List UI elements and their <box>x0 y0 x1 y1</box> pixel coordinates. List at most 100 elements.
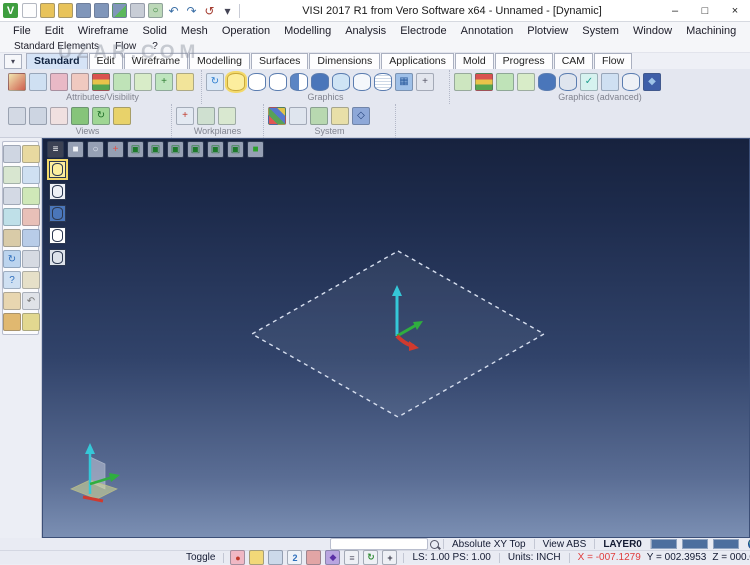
refresh-view-icon[interactable]: ↻ <box>206 72 224 91</box>
shading-mesh-icon[interactable] <box>374 72 392 91</box>
axis-triad-icon[interactable]: + <box>107 141 124 158</box>
shaded-plane-icon[interactable]: ■ <box>67 141 84 158</box>
viewport-menu-icon[interactable]: ≡ <box>47 141 64 158</box>
snap-history-icon[interactable]: ● <box>230 550 246 565</box>
window-settings-icon[interactable] <box>289 106 307 125</box>
delete-line-icon[interactable] <box>71 72 89 91</box>
palette-pencil-blue-icon[interactable] <box>22 166 40 184</box>
menu-item[interactable]: Operation <box>215 25 277 37</box>
sphere-arrow-icon[interactable] <box>496 72 514 91</box>
history-icon[interactable]: ↺ <box>202 3 217 18</box>
menu-item[interactable]: Analysis <box>338 25 393 37</box>
copy-view-icon[interactable] <box>601 72 619 91</box>
tab-dimensions[interactable]: Dimensions <box>309 53 381 69</box>
save-all-icon[interactable] <box>94 3 109 18</box>
palette-refresh-icon[interactable]: ↻ <box>3 250 21 268</box>
cylinder-blue-icon[interactable] <box>538 72 556 91</box>
search-input[interactable] <box>330 538 428 550</box>
close-button[interactable]: × <box>720 0 750 22</box>
palette-help-icon[interactable]: ? <box>3 271 21 289</box>
menu-item[interactable]: Edit <box>38 25 71 37</box>
shading-wireframe-selected-icon[interactable] <box>227 72 245 91</box>
palette-info-icon[interactable] <box>3 292 21 310</box>
tab-flow[interactable]: Flow <box>594 53 633 69</box>
active-layer-field[interactable]: LAYER0 <box>595 539 650 550</box>
add-visibility-icon[interactable]: + <box>155 72 173 91</box>
maximize-button[interactable]: □ <box>690 0 720 22</box>
menu-item[interactable]: Mesh <box>174 25 215 37</box>
palette-ruler-icon[interactable] <box>22 271 40 289</box>
open-file-icon[interactable] <box>40 3 55 18</box>
color-palette-icon[interactable] <box>268 106 286 125</box>
tab-progress[interactable]: Progress <box>494 53 553 69</box>
units-field[interactable]: Units: INCH <box>500 552 569 563</box>
grid-crosshair-icon[interactable]: + <box>382 550 398 565</box>
menu-item[interactable]: Electrode <box>393 25 453 37</box>
palette-move-axis-icon[interactable] <box>3 187 21 205</box>
advanced-tools-icon[interactable] <box>454 72 472 91</box>
tab-mold[interactable]: Mold <box>454 53 494 69</box>
menu-item[interactable]: File <box>6 25 38 37</box>
edit-visibility-icon[interactable] <box>134 72 152 91</box>
view-refresh-icon[interactable]: ↻ <box>92 106 110 125</box>
picture-attributes-icon[interactable] <box>29 72 47 91</box>
strip-shaded-edges-icon[interactable] <box>49 227 66 244</box>
preview-icon[interactable]: ○ <box>148 3 163 18</box>
pencil-strike-icon[interactable] <box>517 72 535 91</box>
shading-hidden-line-icon[interactable] <box>269 72 287 91</box>
users-pair-icon[interactable] <box>306 550 322 565</box>
menu-item[interactable]: Flow <box>107 41 144 52</box>
view-mesh-icon[interactable] <box>29 106 47 125</box>
menu-item[interactable]: Machining <box>679 25 743 37</box>
palette-settings-icon[interactable] <box>3 313 21 331</box>
shading-shaded-icon[interactable] <box>311 72 329 91</box>
tab-standard[interactable]: Standard <box>26 53 88 69</box>
menu-item[interactable]: Plotview <box>520 25 575 37</box>
zoom-window-icon[interactable]: ○ <box>87 141 104 158</box>
traffic-light-icon[interactable] <box>92 72 110 91</box>
advanced-traffic-light-icon[interactable] <box>475 72 493 91</box>
menu-item[interactable]: Standard Elements <box>6 41 107 52</box>
minimize-button[interactable]: – <box>660 0 690 22</box>
layers-icon[interactable]: ▦ <box>395 72 413 91</box>
tab-modelling[interactable]: Modelling <box>189 53 250 69</box>
menu-item[interactable]: System <box>575 25 626 37</box>
strip-transparent-icon[interactable] <box>49 249 66 266</box>
qat-dropdown-icon[interactable]: ▾ <box>220 3 235 18</box>
user-profile-icon[interactable] <box>268 550 284 565</box>
menu-item[interactable]: Annotation <box>454 25 521 37</box>
palette-axis-cyan-icon[interactable] <box>3 208 21 226</box>
workplane-edit-icon[interactable] <box>218 106 236 125</box>
cube-view-icon[interactable]: ◆ <box>643 72 661 91</box>
undo-icon[interactable]: ↶ <box>166 3 181 18</box>
print-icon[interactable] <box>130 3 145 18</box>
view-cube-iso1-icon[interactable]: ▣ <box>187 141 204 158</box>
cylinder-outline-icon[interactable] <box>622 72 640 91</box>
palette-printer-icon[interactable] <box>3 229 21 247</box>
view-cube-iso3-icon[interactable]: ▣ <box>227 141 244 158</box>
toggle-button[interactable]: Toggle <box>178 552 223 563</box>
strip-hidden-line-icon[interactable] <box>49 183 66 200</box>
hide-line-icon[interactable] <box>176 72 194 91</box>
view-cube-top-icon[interactable]: ▣ <box>127 141 144 158</box>
tab-overflow-button[interactable]: ▾ <box>4 54 22 69</box>
tab-edit[interactable]: Edit <box>88 53 123 69</box>
tab-surfaces[interactable]: Surfaces <box>250 53 309 69</box>
strip-shaded-icon[interactable] <box>49 205 66 222</box>
view-cube-side-icon[interactable]: ▣ <box>167 141 184 158</box>
menu-item[interactable]: Solid <box>135 25 173 37</box>
save-as-icon[interactable] <box>112 3 127 18</box>
solid-cube-icon[interactable]: ■ <box>247 141 264 158</box>
auto-rotate-icon[interactable]: ↻ <box>363 550 379 565</box>
globe-chart-icon[interactable] <box>310 106 328 125</box>
shading-wireframe-icon[interactable] <box>248 72 266 91</box>
menu-item[interactable]: Wireframe <box>71 25 136 37</box>
view-rotate-icon[interactable] <box>8 106 26 125</box>
tab-cam[interactable]: CAM <box>553 53 594 69</box>
view-frame-icon[interactable] <box>50 106 68 125</box>
tab-applications[interactable]: Applications <box>381 53 454 69</box>
filter-entities-icon[interactable] <box>50 72 68 91</box>
new-file-icon[interactable] <box>22 3 37 18</box>
shading-outline-icon[interactable] <box>353 72 371 91</box>
modify-attributes-icon[interactable] <box>8 72 26 91</box>
